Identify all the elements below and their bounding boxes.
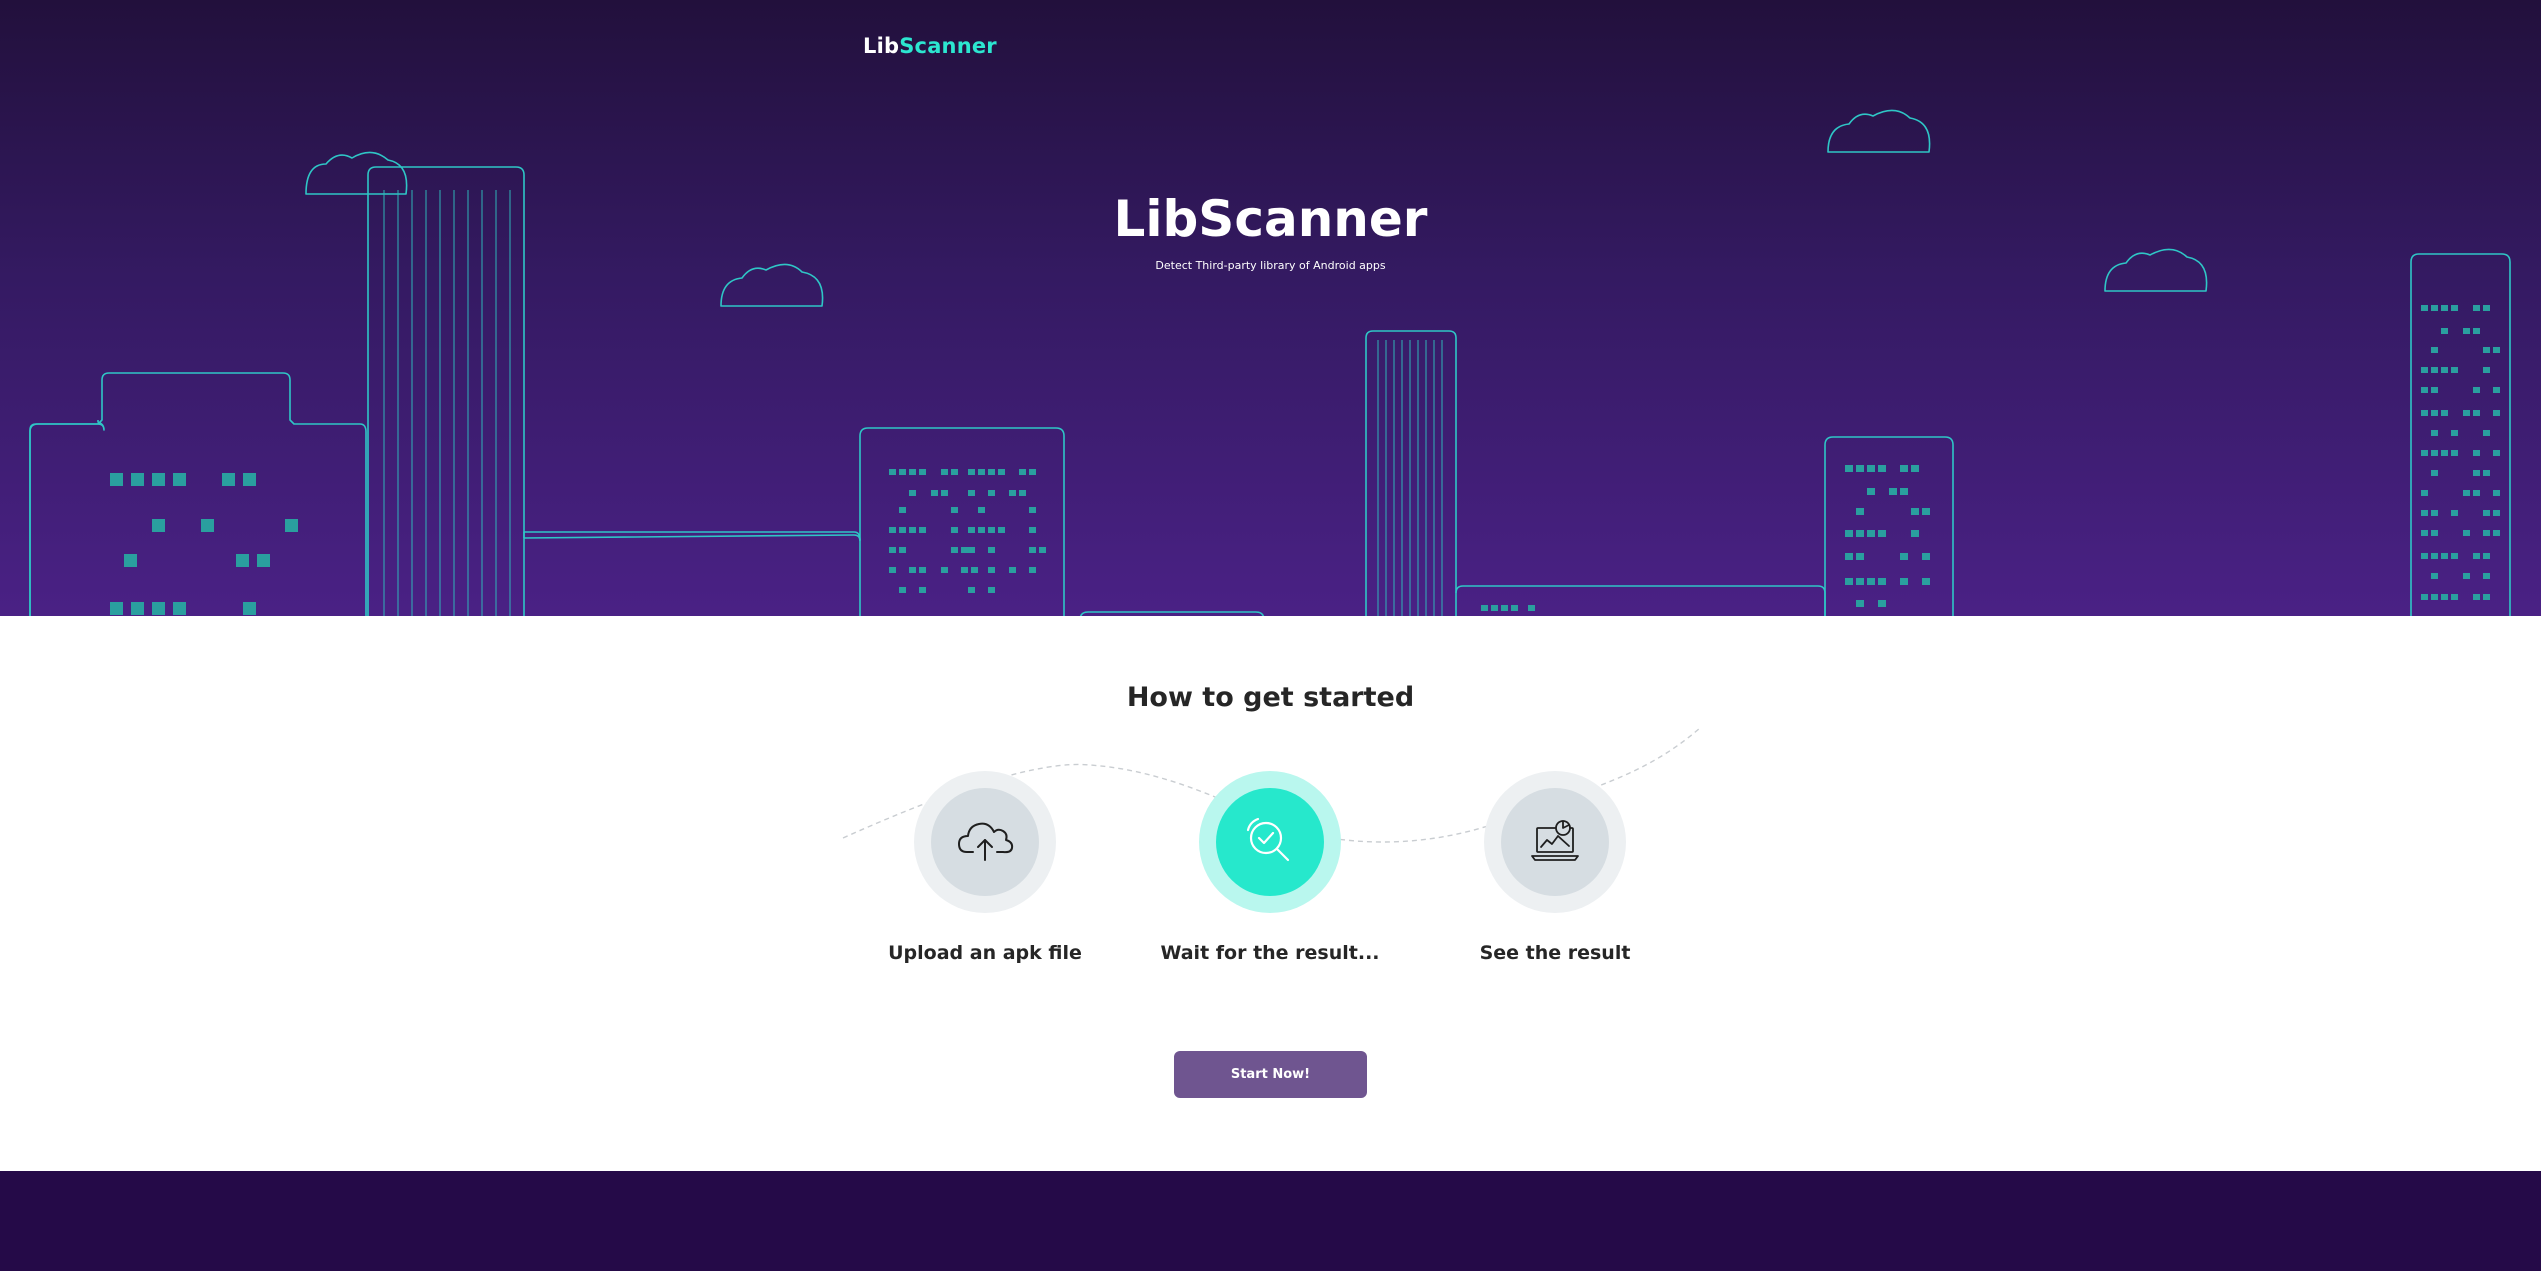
hero-subtitle: Detect Third-party library of Android ap… <box>1155 259 1386 272</box>
city-skyline-illustration <box>29 109 2511 616</box>
step-upload-label: Upload an apk file <box>888 942 1082 964</box>
cloud-illustration <box>305 151 408 195</box>
logo-link[interactable]: LibScanner <box>863 34 997 58</box>
step-result-circle <box>1484 771 1626 913</box>
start-now-button[interactable]: Start Now! <box>1174 1051 1367 1098</box>
logo-text-lib: Lib <box>863 34 900 58</box>
step-wait-label: Wait for the result... <box>1160 942 1380 964</box>
steps-title: How to get started <box>1126 682 1415 713</box>
step-wait-circle <box>1199 771 1341 913</box>
hero-banner: LibScanner LibScanner Detect Third-party… <box>0 0 2541 616</box>
cloud-upload-icon <box>958 822 1014 861</box>
page-footer <box>0 1171 2541 1271</box>
hero-title: LibScanner <box>1113 190 1428 248</box>
magnifier-check-icon <box>1246 817 1290 862</box>
step-upload-circle <box>914 771 1056 913</box>
logo-text-scanner: Scanner <box>899 34 997 58</box>
cloud-illustration <box>1827 109 1931 153</box>
step-result-label: See the result <box>1479 942 1631 964</box>
laptop-chart-icon <box>1531 820 1579 861</box>
